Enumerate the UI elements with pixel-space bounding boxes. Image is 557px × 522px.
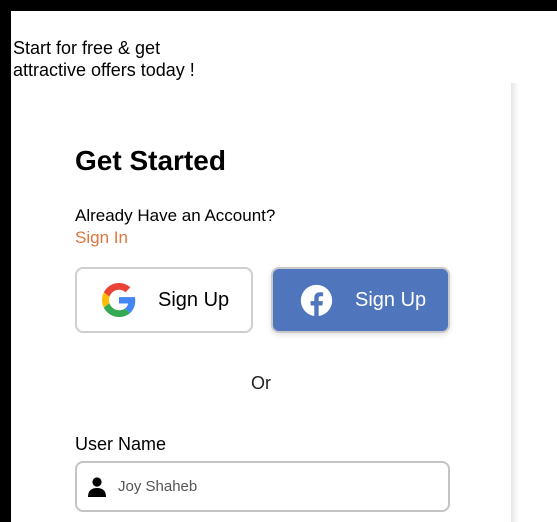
user-icon bbox=[88, 476, 106, 497]
account-question: Already Have an Account? bbox=[75, 206, 276, 225]
google-signup-label: Sign Up bbox=[158, 288, 230, 311]
card-shadow bbox=[511, 83, 519, 522]
promo-text: Start for free & get attractive offers to… bbox=[13, 37, 195, 81]
google-icon bbox=[102, 283, 136, 317]
username-field[interactable] bbox=[75, 461, 450, 512]
page-title: Get Started bbox=[75, 145, 226, 176]
username-label: User Name bbox=[75, 434, 167, 454]
window-left-border bbox=[0, 0, 11, 522]
facebook-signup-button[interactable]: Sign Up bbox=[271, 267, 450, 333]
or-divider: Or bbox=[251, 373, 271, 393]
signin-link[interactable]: Sign In bbox=[75, 228, 128, 248]
username-input[interactable] bbox=[116, 477, 420, 496]
facebook-icon bbox=[300, 284, 333, 317]
promo-line-2: attractive offers today ! bbox=[13, 60, 195, 80]
facebook-signup-label: Sign Up bbox=[355, 288, 427, 311]
promo-line-1: Start for free & get bbox=[13, 38, 161, 58]
google-signup-button[interactable]: Sign Up bbox=[75, 267, 253, 333]
window-top-border bbox=[0, 0, 557, 11]
